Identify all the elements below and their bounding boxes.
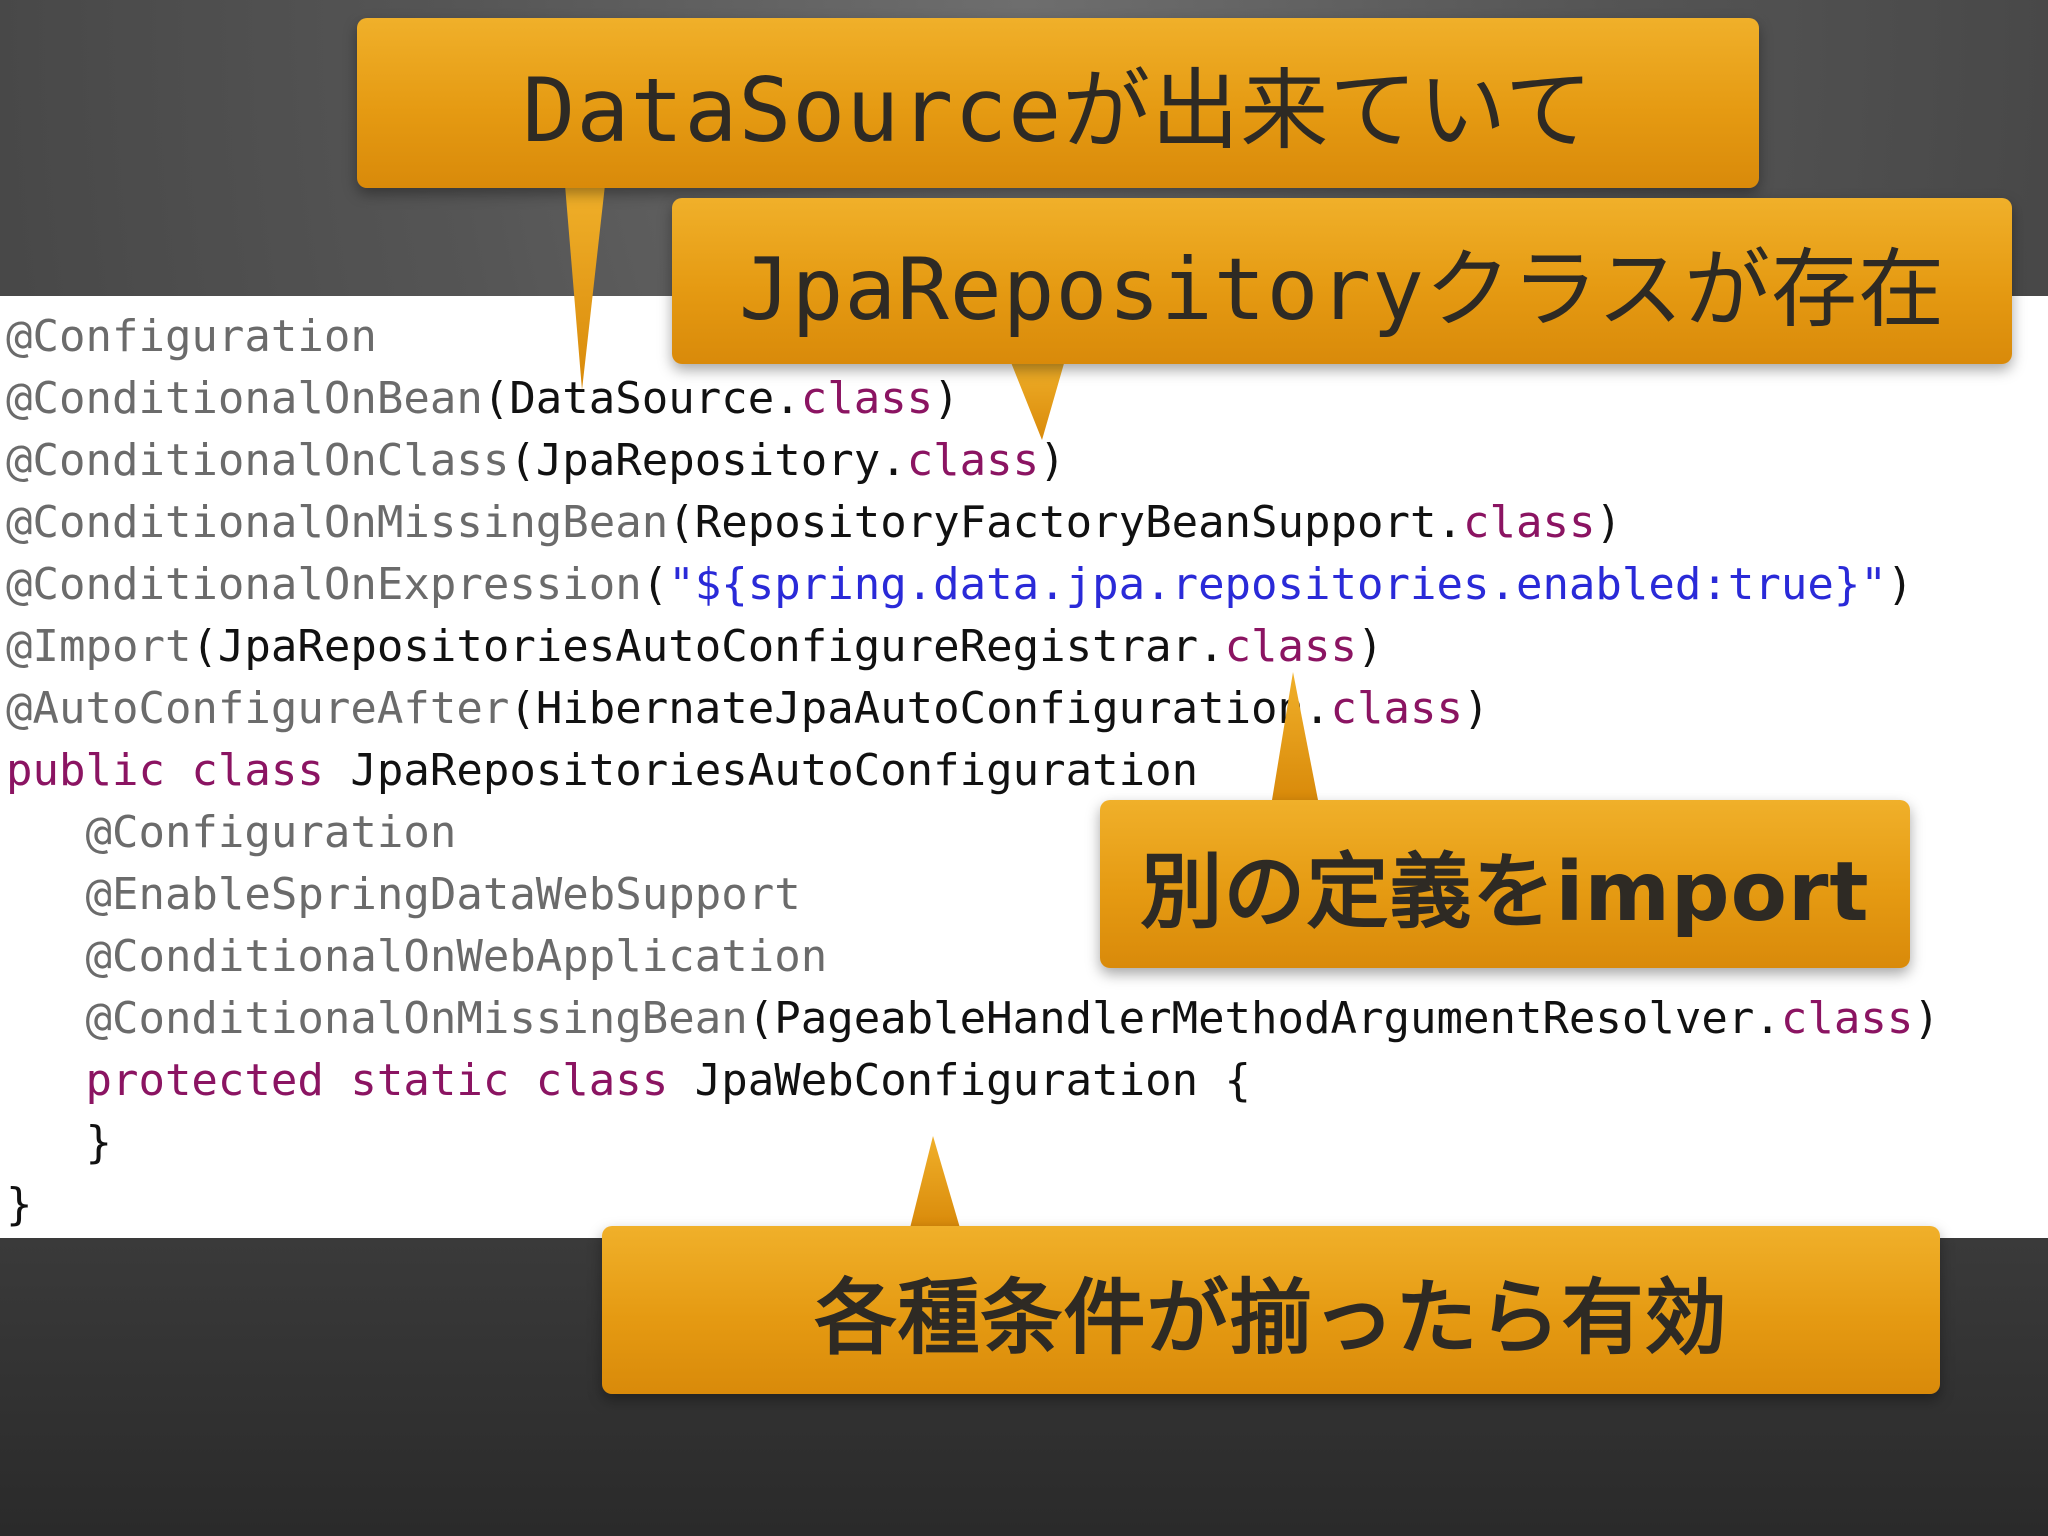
jparepository-callout: JpaRepositoryクラスが存在 — [672, 198, 2012, 364]
import-callout: 別の定義をimport — [1100, 800, 1910, 968]
import-callout-label: 別の定義をimport — [1140, 844, 1870, 940]
conditions-callout-label: 各種条件が揃ったら有効 — [814, 1270, 1728, 1366]
conditions-callout: 各種条件が揃ったら有効 — [602, 1226, 1940, 1394]
datasource-callout-pointer — [565, 185, 605, 390]
conditions-callout-pointer — [910, 1136, 960, 1228]
jparepository-callout-pointer — [1010, 360, 1065, 440]
datasource-callout-label: DataSourceが出来ていて — [522, 58, 1594, 162]
jparepository-callout-label: JpaRepositoryクラスが存在 — [738, 239, 1946, 340]
datasource-callout: DataSourceが出来ていて — [357, 18, 1759, 188]
import-callout-pointer — [1272, 672, 1318, 800]
